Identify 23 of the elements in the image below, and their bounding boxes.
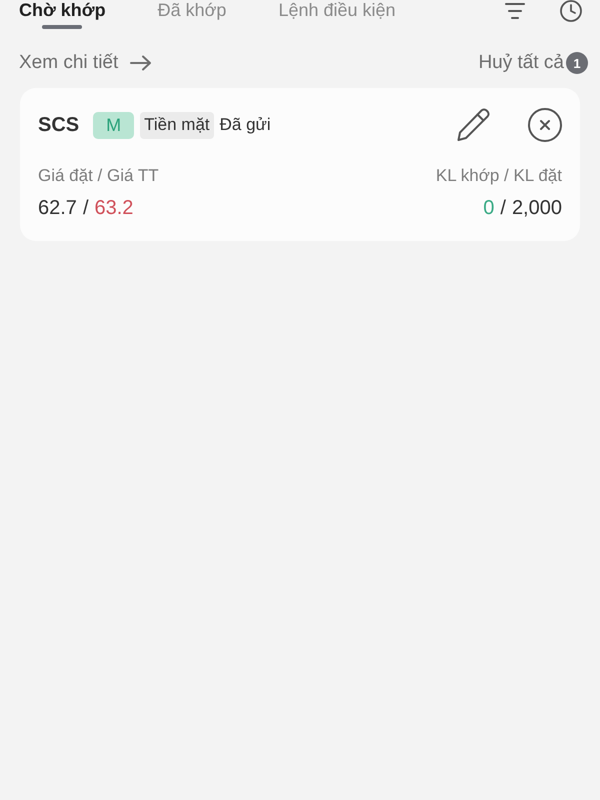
order-price: 62.7 xyxy=(38,197,77,219)
clock-icon[interactable] xyxy=(560,0,582,22)
separator-text: / xyxy=(500,197,506,219)
detail-link[interactable]: Xem chi tiết xyxy=(19,52,152,74)
filter-icon[interactable] xyxy=(504,0,526,22)
order-type-tag: M xyxy=(93,112,134,138)
tab[interactable]: Lệnh điều kiện xyxy=(278,0,396,29)
arrow-right-icon xyxy=(130,55,152,71)
cancel-all-button[interactable]: Huỷ tất cả 1 xyxy=(478,52,588,74)
separator-text: / xyxy=(82,197,88,219)
pencil-icon[interactable] xyxy=(456,108,490,142)
stock-symbol: SCS xyxy=(38,114,80,136)
order-volume: 2,000 xyxy=(512,197,562,219)
matched-volume: 0 xyxy=(483,197,494,219)
order-status: Đã gửi xyxy=(220,115,271,135)
tab[interactable]: Đã khớp xyxy=(158,0,226,29)
account-type-tag: Tiền mặt xyxy=(140,112,214,138)
tab[interactable]: Chờ khớp xyxy=(19,0,106,29)
volume-label: KL khớp / KL đặt xyxy=(436,165,562,187)
close-icon[interactable] xyxy=(528,108,562,142)
market-price: 63.2 xyxy=(94,197,134,219)
price-label: Giá đặt / Giá TT xyxy=(38,165,159,187)
count-badge: 1 xyxy=(566,52,588,74)
